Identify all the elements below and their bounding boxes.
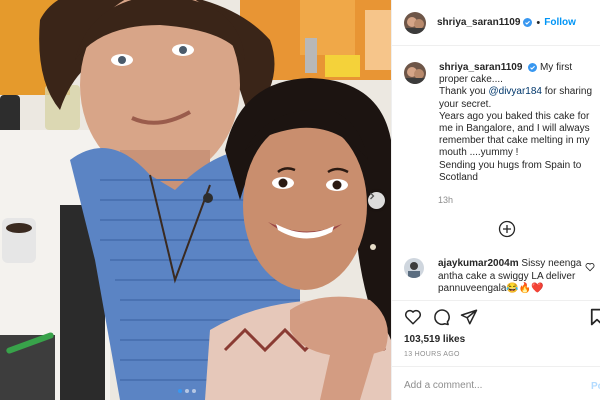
post-date: 13 HOURS AGO — [404, 351, 460, 358]
comment-author[interactable]: ajaykumar2004m — [438, 258, 519, 269]
heart-icon[interactable] — [404, 308, 422, 326]
bookmark-icon[interactable] — [590, 308, 600, 326]
comment-icon[interactable] — [432, 308, 450, 326]
plus-circle-icon[interactable] — [498, 220, 516, 238]
next-slide-button[interactable] — [368, 192, 385, 209]
comment-item: ajaykumar2004m Sissy neenga antha cake a… — [404, 258, 600, 296]
like-count[interactable]: 103,519 likes — [404, 334, 465, 345]
post-actions — [404, 308, 478, 326]
comment-text: ajaykumar2004m Sissy neenga antha cake a… — [438, 258, 588, 296]
carousel-dot — [178, 389, 182, 393]
post-caption: shriya_saran1109 My first proper cake...… — [404, 62, 594, 184]
chevron-right-icon — [370, 192, 375, 200]
photo-illustration — [0, 0, 391, 400]
verified-badge-icon — [523, 18, 533, 27]
caption-text: shriya_saran1109 My first proper cake...… — [439, 62, 594, 184]
carousel-dot — [185, 389, 189, 393]
post-side-panel: shriya_saran1109 • Follow shriya_saran11… — [391, 0, 600, 400]
paper-plane-icon[interactable] — [460, 308, 478, 326]
author-username[interactable]: shriya_saran1109 — [437, 17, 520, 28]
carousel-indicator — [178, 389, 196, 393]
caption-thanks-prefix: Thank you — [439, 86, 489, 98]
follow-button[interactable]: Follow — [544, 17, 576, 28]
author-avatar[interactable] — [404, 11, 426, 34]
post-header: shriya_saran1109 • Follow — [392, 0, 600, 46]
post-photo[interactable] — [0, 0, 391, 400]
caption-author[interactable]: shriya_saran1109 — [439, 62, 522, 73]
composer-divider — [392, 366, 600, 367]
commenter-avatar[interactable] — [404, 258, 424, 278]
verified-badge-icon — [528, 62, 538, 72]
caption-author-avatar[interactable] — [404, 62, 426, 84]
comment-heart-icon[interactable] — [585, 262, 595, 272]
caption-rest: Years ago you baked this cake for me in … — [439, 110, 590, 183]
post-comment-button[interactable]: Po — [591, 381, 600, 392]
header-separator: • — [536, 16, 541, 29]
add-comment-input[interactable] — [404, 380, 579, 391]
carousel-dot — [192, 389, 196, 393]
caption-mention-link[interactable]: @divyar184 — [488, 86, 542, 97]
actions-divider — [392, 300, 600, 301]
caption-timestamp: 13h — [438, 195, 454, 205]
